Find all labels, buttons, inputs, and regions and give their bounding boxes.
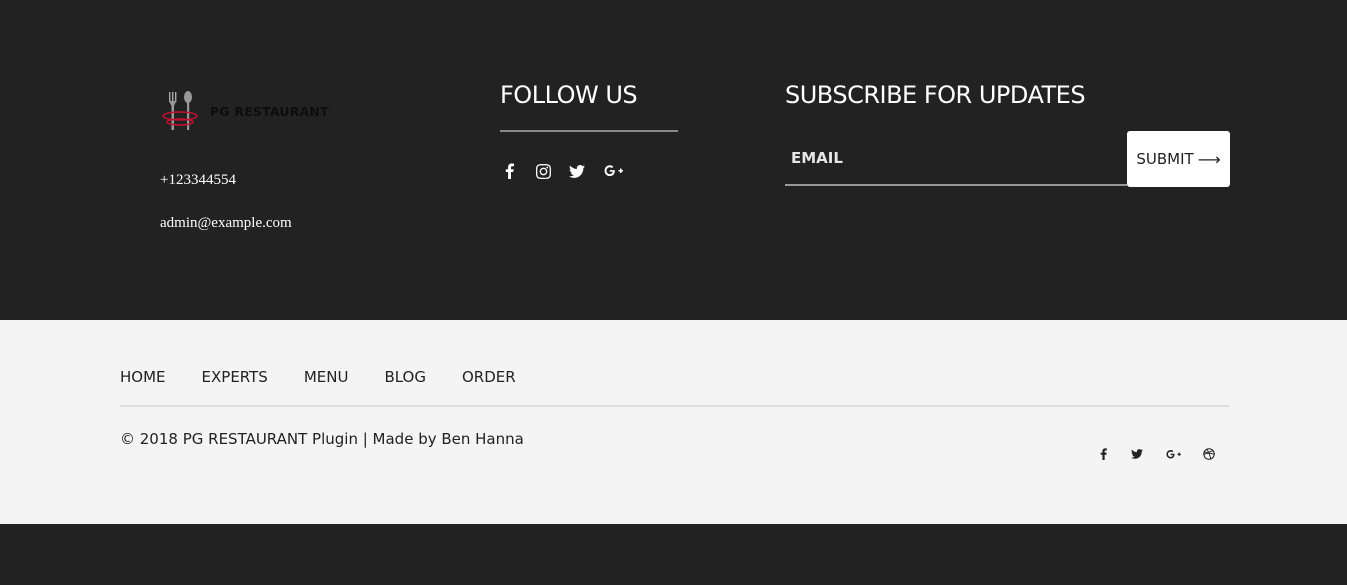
dribbble-icon[interactable] — [1202, 445, 1216, 463]
subscribe-heading: SUBSCRIBE FOR UPDATES — [785, 81, 1086, 109]
nav-item-menu[interactable]: MENU — [304, 368, 349, 386]
facebook-icon[interactable] — [1096, 445, 1110, 463]
footer-top-section: PG RESTAURANT +123344554 admin@example.c… — [0, 0, 1347, 320]
footer-bottom-section: HOME EXPERTS MENU BLOG ORDER © 2018 PG R… — [0, 320, 1347, 524]
brand-logo[interactable]: PG RESTAURANT — [160, 86, 340, 136]
page-bottom-band — [0, 524, 1347, 585]
contact-email: admin@example.com — [160, 215, 292, 231]
twitter-icon[interactable] — [1130, 445, 1144, 463]
follow-us-heading: FOLLOW US — [500, 81, 638, 109]
copyright-text: © 2018 PG RESTAURANT Plugin | Made by Be… — [120, 430, 524, 448]
facebook-icon[interactable] — [500, 160, 518, 182]
submit-label: SUBMIT — [1136, 150, 1194, 168]
footer-divider — [120, 405, 1230, 407]
nav-item-order[interactable]: ORDER — [462, 368, 516, 386]
twitter-icon[interactable] — [568, 160, 586, 182]
email-input[interactable] — [785, 132, 1127, 186]
nav-item-experts[interactable]: EXPERTS — [202, 368, 268, 386]
google-plus-icon[interactable] — [602, 160, 624, 182]
footer-nav: HOME EXPERTS MENU BLOG ORDER — [120, 368, 552, 386]
instagram-icon[interactable] — [534, 160, 552, 182]
fork-spoon-logo-icon — [162, 91, 198, 130]
follow-divider — [500, 130, 678, 132]
google-plus-icon[interactable] — [1164, 445, 1182, 463]
contact-phone: +123344554 — [160, 172, 236, 188]
follow-social-icons — [500, 160, 624, 182]
nav-item-blog[interactable]: BLOG — [384, 368, 426, 386]
nav-item-home[interactable]: HOME — [120, 368, 166, 386]
footer-social-icons — [1096, 445, 1216, 463]
arrow-right-icon: ⟶ — [1197, 149, 1221, 169]
logo-text: PG RESTAURANT — [210, 103, 329, 119]
submit-button[interactable]: SUBMIT ⟶ — [1127, 131, 1230, 187]
